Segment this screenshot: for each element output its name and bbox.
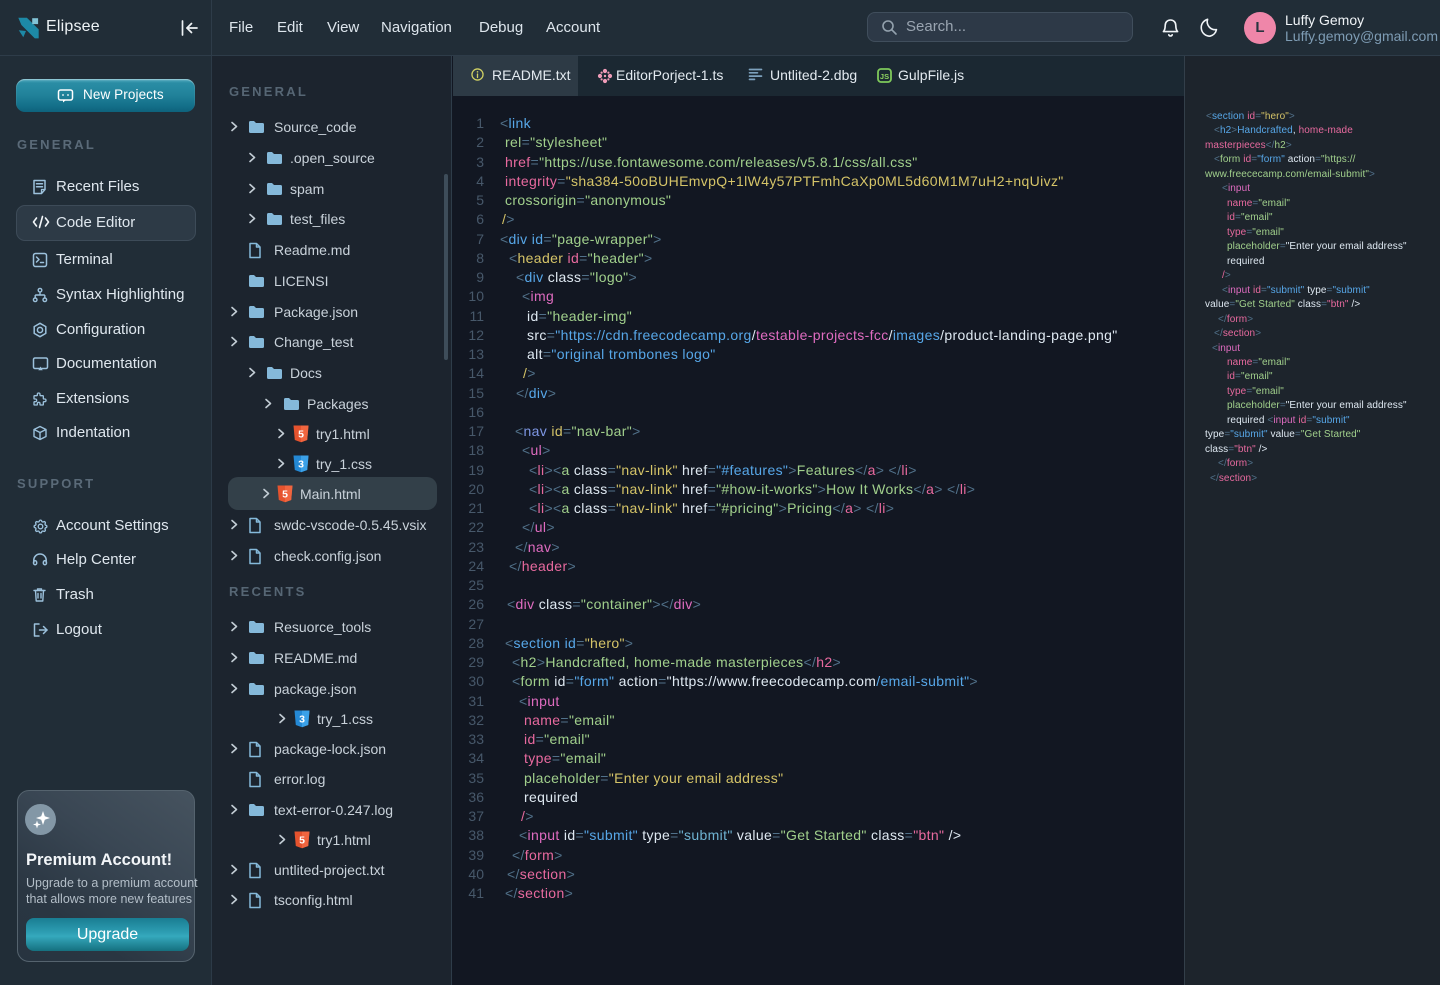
svg-text:5: 5 (298, 429, 304, 441)
svg-text:3: 3 (298, 458, 304, 470)
svg-text:5: 5 (299, 835, 305, 847)
svg-text:3: 3 (299, 714, 305, 726)
svg-text:JS: JS (880, 72, 889, 81)
svg-text:5: 5 (282, 488, 288, 500)
